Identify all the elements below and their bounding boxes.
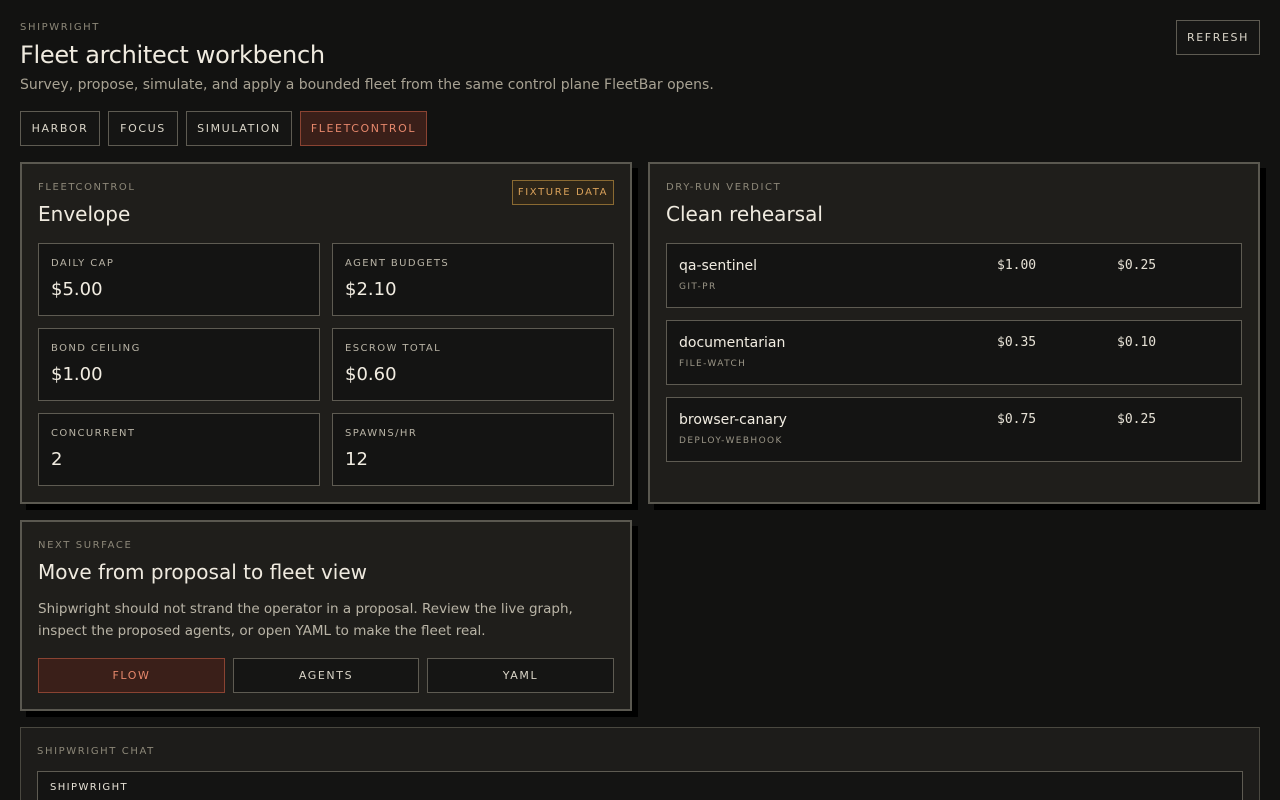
agent-bond: $0.25 (1117, 412, 1157, 427)
stat-escrow-total: ESCROW TOTAL $0.60 (332, 328, 614, 401)
next-surface-body: Shipwright should not strand the operato… (38, 601, 573, 639)
agent-budget: $1.00 (997, 258, 1037, 273)
tab-harbor[interactable]: HARBOR (20, 111, 100, 146)
agents-button[interactable]: AGENTS (233, 658, 419, 693)
stat-label: DAILY CAP (51, 258, 115, 269)
agent-bond: $0.10 (1117, 335, 1157, 350)
agent-row-qa-sentinel[interactable]: qa-sentinel GIT-PR $1.00 $0.25 (666, 243, 1242, 308)
next-surface-eyebrow: NEXT SURFACE (38, 540, 133, 551)
stat-daily-cap: DAILY CAP $5.00 (38, 243, 320, 316)
stat-value: $5.00 (51, 279, 103, 300)
agent-name: qa-sentinel (679, 258, 758, 274)
verdict-panel: DRY-RUN VERDICT Clean rehearsal qa-senti… (648, 162, 1260, 504)
stat-value: $0.60 (345, 364, 397, 385)
next-surface-title: Move from proposal to fleet view (38, 560, 368, 584)
refresh-button[interactable]: REFRESH (1176, 20, 1260, 55)
stat-value: 12 (345, 449, 368, 470)
stat-value: $2.10 (345, 279, 397, 300)
envelope-title: Envelope (38, 202, 131, 226)
app-eyebrow: SHIPWRIGHT (20, 22, 101, 33)
stat-bond-ceiling: BOND CEILING $1.00 (38, 328, 320, 401)
chat-panel: SHIPWRIGHT CHAT SHIPWRIGHT (20, 727, 1260, 800)
agent-trigger: FILE-WATCH (679, 359, 747, 369)
tab-focus[interactable]: FOCUS (108, 111, 178, 146)
agent-row-documentarian[interactable]: documentarian FILE-WATCH $0.35 $0.10 (666, 320, 1242, 385)
page-subtitle: Survey, propose, simulate, and apply a b… (20, 77, 714, 93)
agent-row-browser-canary[interactable]: browser-canary DEPLOY-WEBHOOK $0.75 $0.2… (666, 397, 1242, 462)
next-surface-panel: NEXT SURFACE Move from proposal to fleet… (20, 520, 632, 711)
stat-label: AGENT BUDGETS (345, 258, 450, 269)
verdict-eyebrow: DRY-RUN VERDICT (666, 182, 782, 193)
agent-budget: $0.35 (997, 335, 1037, 350)
stat-label: SPAWNS/HR (345, 428, 418, 439)
flow-button[interactable]: FLOW (38, 658, 225, 693)
envelope-panel: FLEETCONTROL Envelope FIXTURE DATA DAILY… (20, 162, 632, 504)
envelope-eyebrow: FLEETCONTROL (38, 182, 136, 193)
agent-budget: $0.75 (997, 412, 1037, 427)
stat-value: 2 (51, 449, 63, 470)
yaml-button[interactable]: YAML (427, 658, 614, 693)
verdict-title: Clean rehearsal (666, 202, 823, 226)
stat-concurrent: CONCURRENT 2 (38, 413, 320, 486)
agent-trigger: GIT-PR (679, 282, 717, 292)
chat-message: SHIPWRIGHT (37, 771, 1243, 800)
stat-value: $1.00 (51, 364, 103, 385)
fixture-data-badge: FIXTURE DATA (512, 180, 614, 205)
agent-name: browser-canary (679, 412, 787, 428)
stat-label: BOND CEILING (51, 343, 141, 354)
agent-name: documentarian (679, 335, 786, 351)
page-title: Fleet architect workbench (20, 41, 325, 69)
tab-fleetcontrol[interactable]: FLEETCONTROL (300, 111, 427, 146)
agent-trigger: DEPLOY-WEBHOOK (679, 436, 783, 446)
stat-label: CONCURRENT (51, 428, 136, 439)
stat-label: ESCROW TOTAL (345, 343, 442, 354)
stat-agent-budgets: AGENT BUDGETS $2.10 (332, 243, 614, 316)
chat-eyebrow: SHIPWRIGHT CHAT (37, 746, 155, 757)
stat-spawns-per-hour: SPAWNS/HR 12 (332, 413, 614, 486)
agent-bond: $0.25 (1117, 258, 1157, 273)
chat-speaker: SHIPWRIGHT (50, 782, 129, 793)
tab-simulation[interactable]: SIMULATION (186, 111, 292, 146)
